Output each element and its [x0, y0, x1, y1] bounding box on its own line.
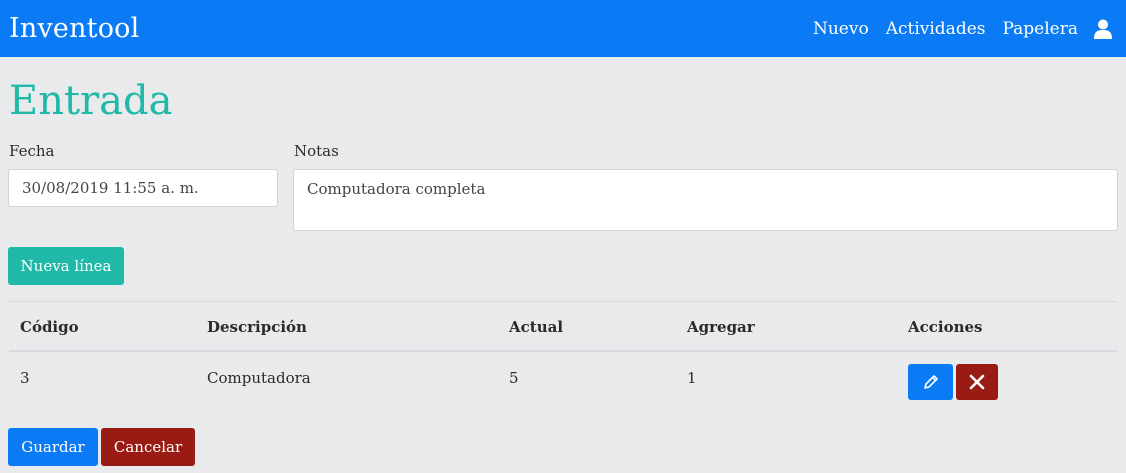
nav-link-nuevo[interactable]: Nuevo [813, 19, 869, 39]
page-title: Entrada [9, 78, 173, 124]
notas-textarea[interactable]: Computadora completa [293, 169, 1118, 231]
notas-label: Notas [294, 142, 339, 160]
edit-icon [923, 375, 938, 389]
cancelar-button[interactable]: Cancelar [101, 428, 195, 466]
table-header-divider [9, 350, 1117, 352]
guardar-button[interactable]: Guardar [8, 428, 98, 466]
header-acciones: Acciones [908, 318, 983, 336]
delete-button[interactable] [956, 364, 998, 400]
header-codigo: Código [20, 318, 79, 336]
cell-actual: 5 [509, 369, 519, 387]
fecha-input[interactable]: 30/08/2019 11:55 a. m. [8, 169, 278, 207]
nav-link-actividades[interactable]: Actividades [886, 19, 986, 39]
nav-links: Nuevo Actividades Papelera [796, 19, 1112, 39]
brand-logo[interactable]: Inventool [9, 13, 139, 44]
navbar: Inventool Nuevo Actividades Papelera [0, 0, 1126, 57]
fecha-label: Fecha [9, 142, 55, 160]
cell-agregar: 1 [687, 369, 697, 387]
user-icon[interactable] [1094, 19, 1112, 39]
table-top-divider [9, 301, 1117, 302]
cell-codigo: 3 [20, 369, 30, 387]
nav-link-papelera[interactable]: Papelera [1002, 19, 1078, 39]
header-actual: Actual [509, 318, 564, 336]
delete-icon [969, 374, 985, 390]
nueva-linea-button[interactable]: Nueva línea [8, 247, 124, 285]
header-agregar: Agregar [687, 318, 755, 336]
header-descripcion: Descripción [207, 318, 307, 336]
cell-descripcion: Computadora [207, 369, 311, 387]
edit-button[interactable] [908, 364, 953, 400]
